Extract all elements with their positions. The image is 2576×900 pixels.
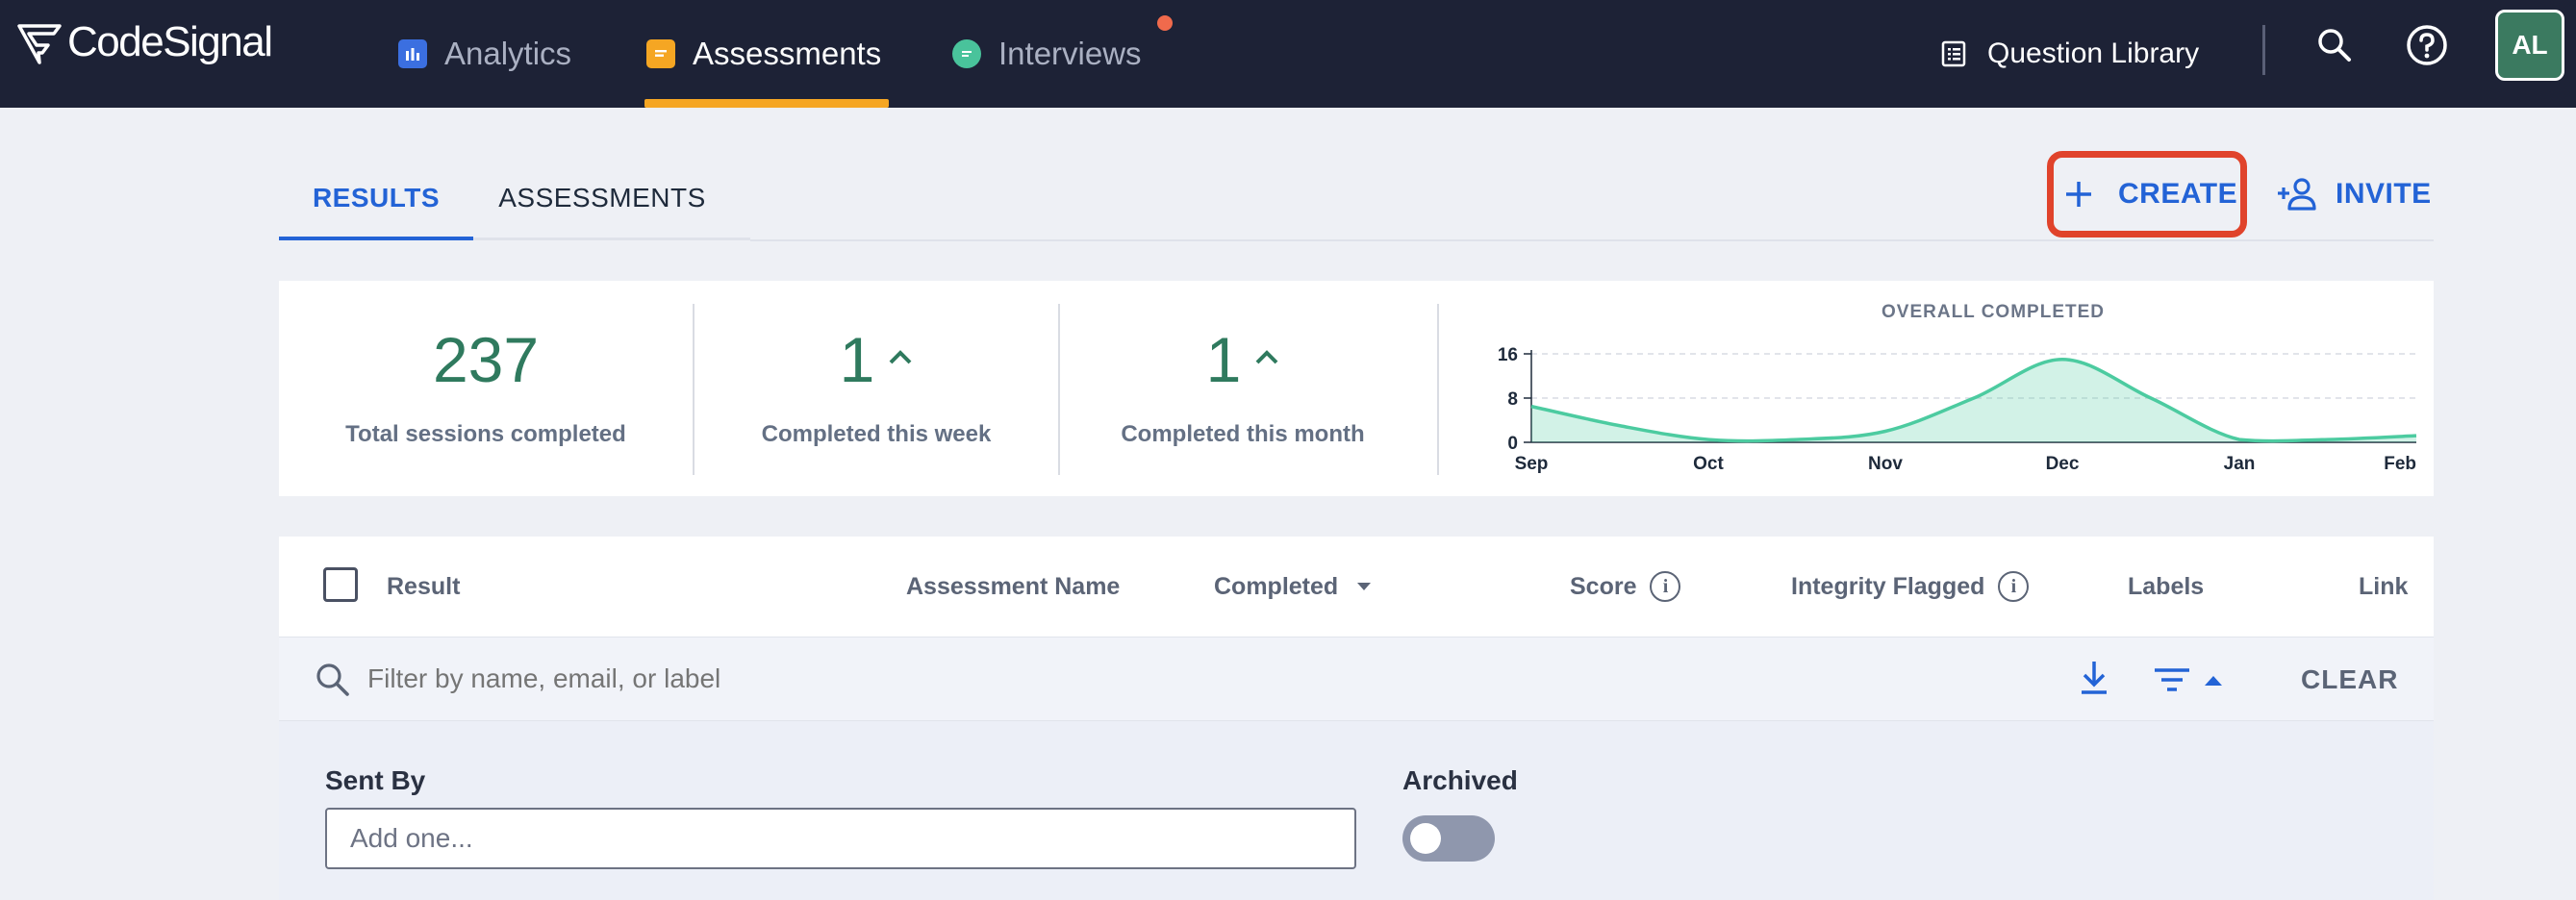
sent-by-input[interactable]: Add one...	[325, 808, 1356, 869]
tab-assessments[interactable]: ASSESSMENTS	[491, 156, 714, 240]
stat-label: Completed this month	[1121, 421, 1365, 447]
clear-filters-button[interactable]: CLEAR	[2301, 664, 2398, 695]
search-icon	[316, 663, 349, 696]
active-nav-indicator	[644, 99, 889, 108]
stat-value: 1	[1205, 324, 1242, 395]
assessment-doc-icon	[646, 39, 675, 68]
toggle-knob	[1410, 823, 1441, 854]
nav-interviews-label: Interviews	[998, 36, 1142, 71]
stat-this-month: 1 Completed this month	[1060, 281, 1426, 496]
archived-label: Archived	[1402, 765, 1518, 795]
column-completed[interactable]: Completed	[1214, 537, 1373, 637]
stat-value: 237	[432, 324, 540, 395]
x-tick-label: Nov	[1868, 454, 1903, 474]
brand-name: CodeSignal	[67, 18, 273, 65]
filter-lines-icon[interactable]	[2153, 666, 2191, 695]
x-tick-label: Oct	[1693, 454, 1724, 474]
bar-chart-icon	[398, 39, 427, 68]
stat-this-week: 1 Completed this week	[695, 281, 1058, 496]
column-result[interactable]: Result	[387, 537, 460, 637]
column-score[interactable]: Score i	[1570, 537, 1681, 637]
add-person-icon	[2278, 178, 2316, 211]
column-completed-label: Completed	[1214, 572, 1339, 600]
trend-up-icon	[1255, 350, 1278, 364]
info-icon[interactable]: i	[1998, 571, 2030, 602]
archived-toggle[interactable]	[1402, 815, 1495, 862]
stat-label: Total sessions completed	[345, 421, 626, 447]
stat-value-row: 1	[695, 323, 1058, 396]
search-icon[interactable]	[2312, 23, 2357, 67]
column-assessment-name[interactable]: Assessment Name	[906, 537, 1120, 637]
filter-bar: CLEAR	[279, 637, 2434, 721]
x-tick-label: Jan	[2224, 454, 2256, 474]
sent-by-label: Sent By	[325, 765, 426, 795]
library-list-icon	[1941, 40, 1966, 67]
nav-analytics-label: Analytics	[444, 36, 572, 71]
sort-down-icon	[1357, 583, 1372, 590]
column-labels[interactable]: Labels	[2128, 537, 2204, 637]
nav-assessments-label: Assessments	[693, 36, 882, 71]
x-tick-label: Sep	[1515, 454, 1549, 474]
x-tick-label: Dec	[2046, 454, 2080, 474]
nav-interviews[interactable]: Interviews	[952, 0, 1142, 108]
table-header: Result Assessment Name Completed Score i…	[279, 537, 2434, 637]
invite-label: INVITE	[2336, 178, 2432, 210]
nav-divider	[2262, 25, 2265, 75]
nav-analytics[interactable]: Analytics	[398, 0, 571, 108]
create-highlight-box	[2047, 151, 2247, 238]
help-icon[interactable]	[2405, 23, 2449, 67]
chart-title: OVERALL COMPLETED	[1881, 302, 2105, 322]
top-navigation-bar: CodeSignal Analytics Assessments Intervi…	[0, 0, 2576, 108]
select-all-checkbox[interactable]	[323, 567, 358, 602]
chat-bubble-icon	[952, 39, 981, 68]
user-avatar[interactable]: AL	[2495, 10, 2564, 81]
question-library-link[interactable]: Question Library	[1941, 0, 2199, 108]
notification-dot	[1157, 15, 1173, 31]
download-icon[interactable]	[2078, 659, 2110, 697]
column-score-label: Score	[1570, 572, 1637, 600]
x-tick-label: Feb	[2384, 454, 2416, 474]
stat-value-row: 1	[1060, 323, 1426, 396]
codesignal-logo[interactable]: CodeSignal	[15, 13, 273, 71]
results-tabs: RESULTS ASSESSMENTS	[279, 156, 750, 240]
overall-completed-chart: OVERALL COMPLETED 0 8 16 Sep Oct Nov Dec Jan Feb	[1498, 302, 2417, 474]
trend-up-icon	[889, 350, 912, 364]
y-tick-label: 0	[1507, 434, 1518, 454]
y-tick-label: 8	[1507, 389, 1518, 410]
series-area	[1531, 359, 2416, 442]
codesignal-logo-icon	[17, 24, 62, 64]
invite-button[interactable]: INVITE	[2276, 167, 2432, 221]
column-integrity-label: Integrity Flagged	[1791, 572, 1985, 600]
active-tab-indicator	[279, 237, 473, 240]
collapse-up-icon[interactable]	[2203, 674, 2224, 688]
column-link[interactable]: Link	[2359, 537, 2408, 637]
filter-search-input[interactable]	[367, 655, 1233, 703]
stat-total-sessions: 237 Total sessions completed	[279, 281, 693, 496]
nav-assessments[interactable]: Assessments	[646, 0, 881, 108]
stat-divider	[1437, 304, 1439, 475]
stat-value: 1	[839, 324, 875, 395]
column-integrity-flagged[interactable]: Integrity Flagged i	[1791, 537, 2030, 637]
tab-results[interactable]: RESULTS	[279, 156, 473, 240]
question-library-label: Question Library	[1987, 38, 2200, 69]
stat-label: Completed this week	[761, 421, 992, 447]
info-icon[interactable]: i	[1650, 571, 1681, 602]
tabs-divider	[750, 239, 2434, 241]
y-tick-label: 16	[1498, 345, 1518, 365]
